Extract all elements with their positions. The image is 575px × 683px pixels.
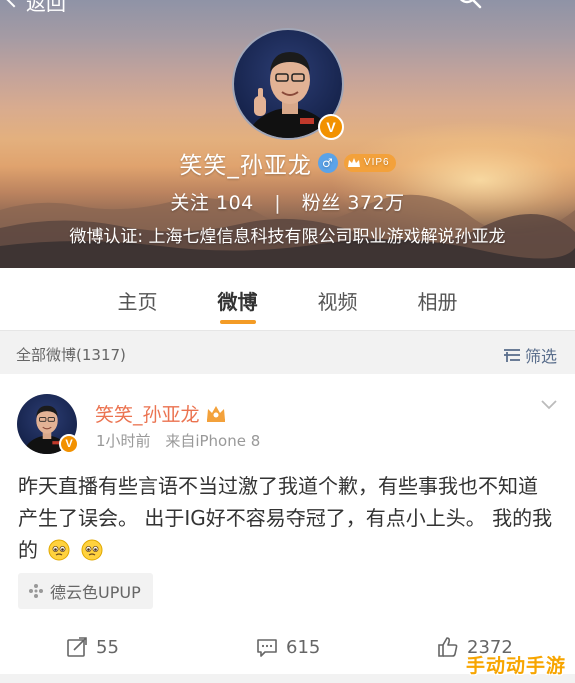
vip-badge[interactable]: VIP6 bbox=[343, 154, 396, 172]
follow-count: 104 bbox=[215, 192, 254, 214]
post-source: 来自iPhone 8 bbox=[165, 432, 261, 450]
fans-label: 粉丝 bbox=[301, 192, 341, 214]
fans-stat[interactable]: 粉丝 372万 bbox=[302, 192, 405, 214]
comment-count: 615 bbox=[286, 636, 321, 658]
repost-icon bbox=[67, 637, 87, 657]
stats-separator: | bbox=[274, 192, 282, 214]
vip-crown-icon bbox=[206, 405, 225, 422]
profile-stats: 关注 104 | 粉丝 372万 bbox=[0, 188, 575, 215]
filter-label: 筛选 bbox=[525, 347, 558, 366]
site-watermark: 手动动手游 bbox=[466, 655, 567, 677]
thumbs-up-icon bbox=[438, 637, 458, 657]
location-tag-icon bbox=[29, 584, 43, 598]
follow-label: 关注 bbox=[170, 192, 210, 214]
back-button[interactable]: 返回 bbox=[5, 0, 66, 15]
verification-text: 微博认证: 上海七煌信息科技有限公司职业游戏解说孙亚龙 bbox=[69, 227, 506, 247]
profile-name-row: 笑笑_孙亚龙 ♂ VIP6 bbox=[0, 146, 575, 180]
back-label: 返回 bbox=[26, 0, 66, 15]
vip-label: VIP6 bbox=[363, 157, 390, 168]
filter-icon bbox=[504, 349, 520, 362]
follow-stat[interactable]: 关注 104 bbox=[170, 192, 260, 214]
tab-weibo[interactable]: 微博 bbox=[188, 268, 288, 330]
post-text: 昨天直播有些言语不当过激了我道个歉，有些事我也不知道 产生了误会。 出于IG好不… bbox=[18, 470, 563, 566]
post-author-row: 笑笑_孙亚龙 bbox=[95, 400, 226, 427]
filter-bar: 全部微博(1317) 筛选 bbox=[0, 330, 575, 374]
pitiful-emoji-icon bbox=[48, 539, 70, 561]
chevron-left-icon bbox=[5, 0, 23, 8]
male-icon: ♂ bbox=[317, 153, 338, 173]
post-time: 1小时前 bbox=[96, 432, 151, 450]
post-meta: 1小时前 来自iPhone 8 bbox=[96, 430, 260, 451]
repost-button[interactable]: 55 bbox=[66, 636, 119, 658]
search-icon[interactable] bbox=[455, 0, 483, 12]
tab-home[interactable]: 主页 bbox=[88, 268, 188, 330]
profile-cover: 返回 V 笑笑_孙亚龙 ♂ VIP6 关注 104 | 粉丝 372万 微博认证… bbox=[0, 0, 575, 268]
post-author-name[interactable]: 笑笑_孙亚龙 bbox=[95, 400, 200, 427]
post-verified-badge-icon: V bbox=[59, 434, 79, 454]
topic-tag-label: 德云色UPUP bbox=[50, 583, 141, 602]
pitiful-emoji-icon bbox=[81, 539, 103, 561]
profile-tabs: 主页 微博 视频 相册 bbox=[0, 268, 575, 330]
tab-album[interactable]: 相册 bbox=[388, 268, 488, 330]
vip-crown-icon bbox=[347, 158, 360, 167]
comment-button[interactable]: 615 bbox=[256, 636, 320, 658]
chevron-down-icon[interactable] bbox=[541, 400, 557, 410]
fans-count: 372万 bbox=[347, 192, 405, 214]
tab-video[interactable]: 视频 bbox=[288, 268, 388, 330]
verified-badge-icon: V bbox=[318, 114, 344, 140]
repost-count: 55 bbox=[96, 636, 119, 658]
profile-name: 笑笑_孙亚龙 bbox=[179, 153, 312, 179]
topic-tag[interactable]: 德云色UPUP bbox=[18, 573, 153, 609]
post-card[interactable]: V 笑笑_孙亚龙 1小时前 来自iPhone 8 昨天直播有些言语不当过激了我道… bbox=[0, 374, 575, 683]
comment-icon bbox=[257, 639, 277, 657]
filter-button[interactable]: 筛选 bbox=[503, 343, 557, 367]
all-posts-label[interactable]: 全部微博(1317) bbox=[16, 344, 126, 365]
